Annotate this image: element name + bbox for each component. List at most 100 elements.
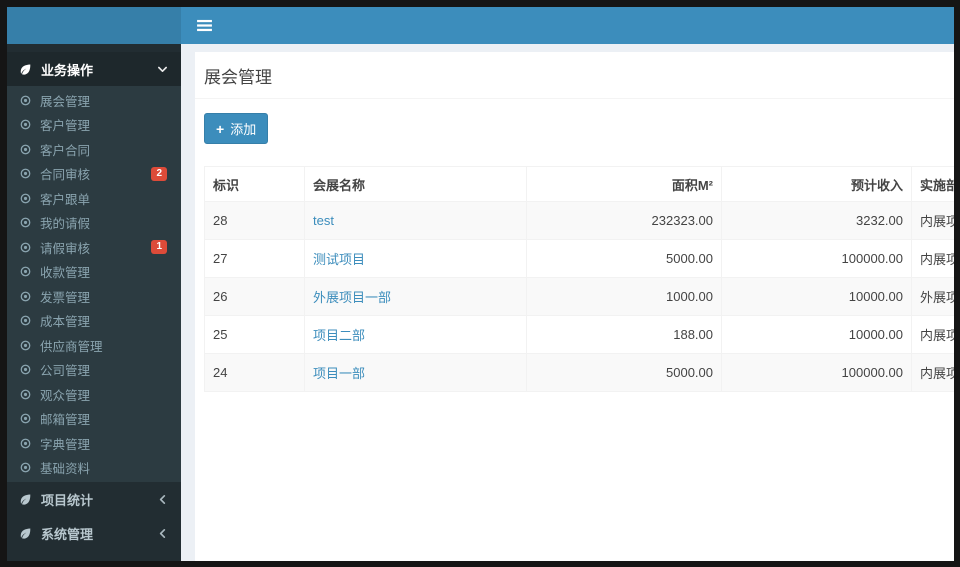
sidebar-item-label: 观众管理 [40, 388, 91, 403]
dot-circle-icon [20, 364, 31, 375]
dot-circle-icon [20, 266, 31, 277]
cell-name: 测试项目 [304, 239, 527, 278]
table-head: 标识会展名称面积M²预计收入实施部门 [204, 166, 954, 202]
add-button[interactable]: + 添加 [204, 113, 269, 144]
content-box: 展会管理 + 添加 标识会展名称面积M²预计收入实施部门 28t [195, 52, 954, 561]
cell-area: 232323.00 [526, 201, 722, 240]
sidebar-item-mailbox-management[interactable]: 邮箱管理 [7, 407, 181, 432]
exhibition-name-link[interactable]: 外展项目一部 [313, 290, 391, 305]
sidebar-item-customer-followup[interactable]: 客户跟单 [7, 186, 181, 211]
sidebar-item-payment-management[interactable]: 收款管理 [7, 260, 181, 285]
sidebar-item-contract-review[interactable]: 合同审核 2 [7, 162, 181, 187]
sidebar-item-business-operations[interactable]: 业务操作 [7, 52, 181, 86]
cell-revenue: 100000.00 [721, 353, 912, 392]
cell-revenue: 100000.00 [721, 239, 912, 278]
dot-circle-icon [20, 315, 31, 326]
sidebar-item-invoice-management[interactable]: 发票管理 [7, 284, 181, 309]
table-row: 26 外展项目一部 1000.0010000.00外展项目 [204, 277, 954, 316]
main-area: 展会管理 + 添加 标识会展名称面积M²预计收入实施部门 28t [181, 7, 954, 561]
sidebar-item-audience-management[interactable]: 观众管理 [7, 382, 181, 407]
exhibition-name-link[interactable]: 项目一部 [313, 366, 365, 381]
sidebar-item-exhibition-management[interactable]: 展会管理 [7, 88, 181, 113]
sidebar-item-my-leave[interactable]: 我的请假 [7, 211, 181, 236]
cell-area: 5000.00 [526, 353, 722, 392]
sidebar-item-label: 邮箱管理 [40, 413, 91, 428]
sidebar-item-label: 我的请假 [40, 217, 91, 232]
cell-dept: 内展项目 [911, 239, 954, 278]
sidebar-item-label: 客户跟单 [40, 192, 91, 207]
sidebar-item-cost-management[interactable]: 成本管理 [7, 309, 181, 334]
sidebar-item-label: 客户合同 [40, 143, 91, 158]
chevron-down-icon [158, 66, 167, 72]
cell-id: 28 [204, 201, 305, 240]
plus-icon: + [216, 120, 225, 137]
hamburger-menu-button[interactable] [193, 15, 215, 37]
top-navbar [181, 7, 954, 44]
sidebar-item-label: 成本管理 [40, 315, 91, 330]
table-body: 28test232323.003232.00内展项目27测试项目5000.001… [204, 201, 954, 392]
notification-badge: 2 [151, 166, 167, 181]
sidebar-item-basic-data[interactable]: 基础资料 [7, 456, 181, 481]
table-row: 25 项目二部 188.0010000.00内展项目 [204, 315, 954, 354]
cell-revenue: 3232.00 [721, 201, 912, 240]
content-wrapper: 展会管理 + 添加 标识会展名称面积M²预计收入实施部门 28t [181, 44, 954, 561]
sidebar-item-label: 发票管理 [40, 290, 91, 305]
sidebar-item-label: 客户管理 [40, 119, 91, 134]
sidebar-item-leave-review[interactable]: 请假审核 1 [7, 235, 181, 260]
sidebar-item-customer-management[interactable]: 客户管理 [7, 113, 181, 138]
table-row: 27 测试项目 5000.00100000.00内展项目 [204, 239, 954, 278]
exhibition-name-link[interactable]: 项目二部 [313, 328, 365, 343]
column-header-id: 标识 [204, 166, 305, 202]
cell-revenue: 10000.00 [721, 277, 912, 316]
sidebar-item-label: 请假审核 [40, 241, 91, 256]
sidebar-item-label: 基础资料 [40, 462, 91, 477]
exhibition-name-link[interactable]: test [313, 213, 334, 228]
cell-dept: 外展项目 [911, 277, 954, 316]
sidebar-item-project-statistics[interactable]: 项目统计 [7, 482, 181, 516]
dot-circle-icon [20, 168, 31, 179]
cell-name: 项目二部 [304, 315, 527, 354]
cell-area: 188.00 [526, 315, 722, 354]
dot-circle-icon [20, 193, 31, 204]
column-header-dept: 实施部门 [911, 166, 954, 202]
sidebar: 业务操作 展会管理客户管理客户合同合同审核 2 客户跟单我的请假请假审核 1 收款管理发票… [7, 7, 181, 561]
dot-circle-icon [20, 389, 31, 400]
cell-id: 25 [204, 315, 305, 354]
cell-dept: 内展项目 [911, 201, 954, 240]
sidebar-item-company-management[interactable]: 公司管理 [7, 358, 181, 383]
sidebar-item-label: 系统管理 [41, 526, 94, 542]
submenu-business-operations: 展会管理客户管理客户合同合同审核 2 客户跟单我的请假请假审核 1 收款管理发票管理成本… [7, 86, 181, 482]
dot-circle-icon [20, 119, 31, 130]
dot-circle-icon [20, 144, 31, 155]
box-body: + 添加 标识会展名称面积M²预计收入实施部门 28 test 232323.003… [195, 99, 954, 406]
sidebar-item-label: 字典管理 [40, 437, 91, 452]
app-window: 业务操作 展会管理 客户管理 客户合同 合同审核 2 客户跟单 我的请假 请假审核 1 收款管理 发票… [7, 7, 954, 561]
exhibition-name-link[interactable]: 测试项目 [313, 252, 365, 267]
cell-name: test [304, 201, 527, 240]
leaf-icon [20, 494, 31, 505]
sidebar-menu: 业务操作 展会管理客户管理客户合同合同审核 2 客户跟单我的请假请假审核 1 收款管理发票… [7, 44, 181, 550]
cell-dept: 内展项目 [911, 315, 954, 354]
column-header-revenue: 预计收入 [721, 166, 912, 202]
sidebar-item-supplier-management[interactable]: 供应商管理 [7, 333, 181, 358]
column-header-name: 会展名称 [304, 166, 527, 202]
logo-area [7, 7, 181, 44]
sidebar-item-label: 项目统计 [41, 492, 94, 508]
chevron-left-icon [159, 494, 166, 504]
page-title: 展会管理 [204, 68, 272, 87]
box-header: 展会管理 [195, 52, 954, 99]
dot-circle-icon [20, 291, 31, 302]
cell-id: 24 [204, 353, 305, 392]
exhibitions-table: 标识会展名称面积M²预计收入实施部门 28 test 232323.003232.0… [204, 166, 954, 392]
leaf-icon [20, 528, 31, 539]
sidebar-item-label: 供应商管理 [40, 339, 103, 354]
sidebar-item-system-management[interactable]: 系统管理 [7, 516, 181, 550]
table-header-row: 标识会展名称面积M²预计收入实施部门 [204, 166, 954, 202]
table-row: 28 test 232323.003232.00内展项目 [204, 201, 954, 240]
chevron-left-icon [159, 528, 166, 538]
cell-id: 26 [204, 277, 305, 316]
sidebar-item-customer-contract[interactable]: 客户合同 [7, 137, 181, 162]
leaf-icon [20, 64, 31, 75]
sidebar-item-dictionary-management[interactable]: 字典管理 [7, 431, 181, 456]
table-row: 24 项目一部 5000.00100000.00内展项目 [204, 353, 954, 392]
